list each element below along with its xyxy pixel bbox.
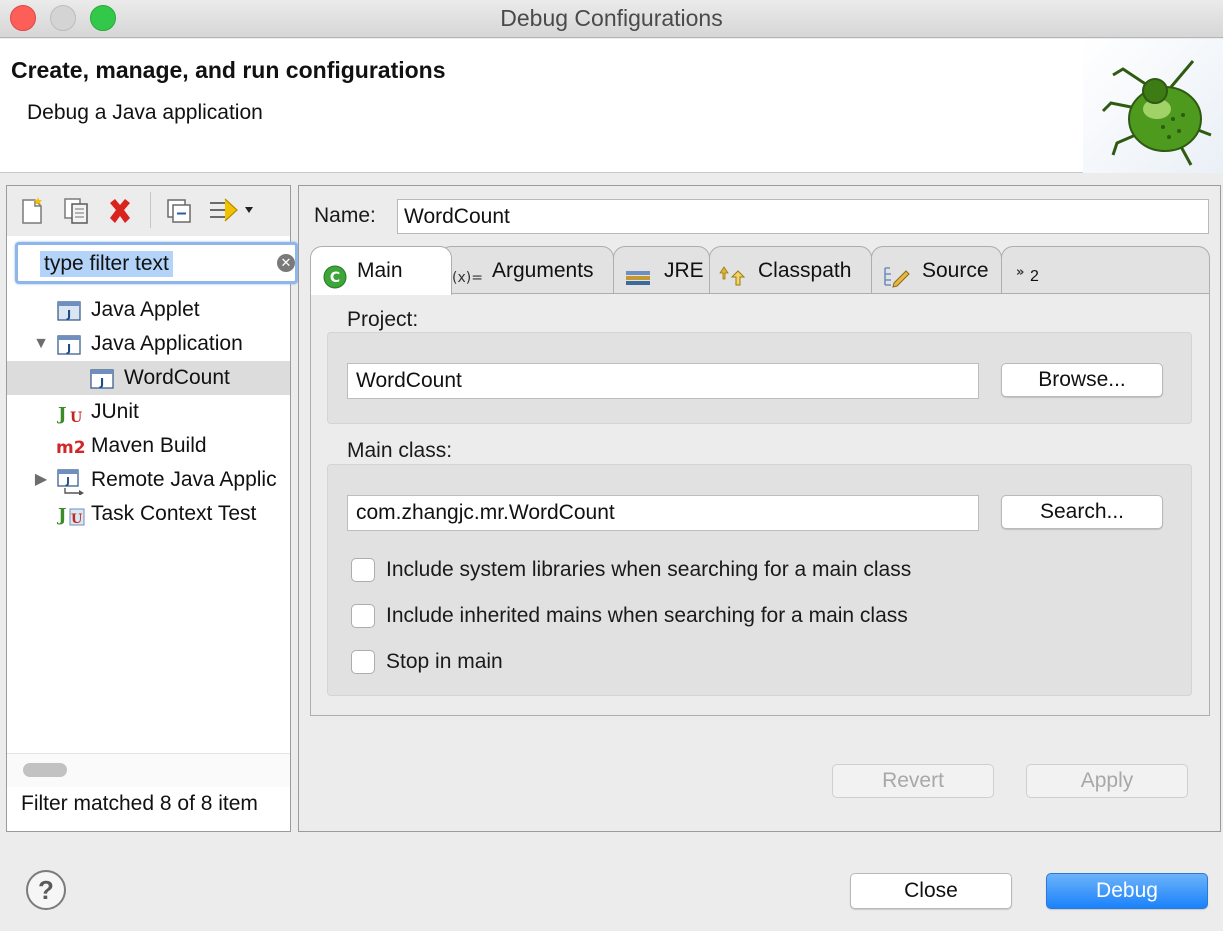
jre-icon [624, 259, 654, 285]
tab-overflow[interactable]: » 2 [1001, 246, 1210, 294]
remote-java-icon: J [57, 469, 87, 496]
checkbox-label: Stop in main [386, 650, 503, 673]
delete-icon[interactable] [105, 196, 135, 226]
tab-main[interactable]: C Main [310, 246, 452, 295]
svg-text:m2: m2 [56, 438, 86, 458]
tree-item-maven-build[interactable]: m2 Maven Build [7, 429, 290, 463]
scrollbar-thumb[interactable] [23, 763, 67, 777]
search-button[interactable]: Search... [1001, 495, 1163, 529]
stop-in-main-checkbox[interactable] [351, 650, 375, 674]
tree-item-task-context-test[interactable]: J U Task Context Test [7, 497, 290, 531]
junit-icon: J U [56, 401, 82, 426]
window-title: Debug Configurations [500, 5, 723, 31]
java-application-icon: J [57, 333, 81, 355]
header-banner: Create, manage, and run configurations D… [0, 39, 1223, 173]
svg-text:J: J [66, 308, 71, 321]
java-application-icon: J [90, 367, 114, 389]
main-tab-content: Project: WordCount Browse... Main class:… [310, 293, 1210, 716]
main-class-label: Main class: [347, 439, 453, 462]
svg-text:J: J [99, 376, 104, 389]
source-icon [882, 259, 912, 288]
svg-text:J: J [66, 342, 71, 355]
debug-bug-icon [1083, 39, 1223, 173]
main-class-field[interactable]: com.zhangjc.mr.WordCount [347, 495, 979, 531]
svg-text:U: U [70, 410, 82, 424]
tab-label: Arguments [492, 259, 594, 282]
tree-item-java-applet[interactable]: J Java Applet [7, 293, 290, 327]
include-inherited-mains-checkbox[interactable] [351, 604, 375, 628]
tree-item-java-application[interactable]: ▼ J Java Application [7, 327, 290, 361]
name-label: Name: [314, 204, 376, 227]
tab-label: Main [357, 259, 403, 282]
banner-description: Debug a Java application [27, 101, 263, 124]
svg-text:(x)=: (x)= [452, 270, 483, 286]
title-bar: Debug Configurations [0, 0, 1223, 38]
apply-button[interactable]: Apply [1026, 764, 1188, 798]
svg-text:J: J [65, 476, 70, 487]
tab-label: Classpath [758, 259, 852, 282]
tree-item-label: Remote Java Applic [91, 468, 277, 491]
tree-item-label: Java Applet [91, 298, 200, 321]
java-applet-icon: J [57, 299, 81, 321]
revert-button[interactable]: Revert [832, 764, 994, 798]
classpath-icon [718, 259, 750, 286]
project-group: WordCount Browse... [327, 332, 1192, 424]
new-configuration-icon[interactable] [17, 196, 47, 226]
horizontal-scrollbar[interactable] [7, 753, 290, 787]
filter-input[interactable]: type filter text ✕ [15, 242, 298, 284]
tree-item-label: Maven Build [91, 434, 207, 457]
tab-jre[interactable]: JRE [613, 246, 710, 294]
duplicate-icon[interactable] [61, 196, 91, 226]
tab-folder: C Main (x)= Arguments JRE Classpath Sour… [310, 246, 1210, 716]
clear-filter-icon[interactable]: ✕ [277, 254, 295, 272]
tab-classpath[interactable]: Classpath [709, 246, 872, 294]
configuration-editor-panel: Name: WordCount C Main (x)= Arguments JR… [298, 185, 1221, 832]
banner-title: Create, manage, and run configurations [11, 57, 446, 83]
svg-text:U: U [71, 512, 83, 527]
tree-item-label: Task Context Test [91, 502, 257, 525]
tree-item-label: WordCount [124, 366, 230, 389]
filter-placeholder-text: type filter text [40, 251, 173, 277]
main-class-group: com.zhangjc.mr.WordCount Search... Inclu… [327, 464, 1192, 696]
tree-item-label: Java Application [91, 332, 243, 355]
name-field[interactable]: WordCount [397, 199, 1209, 234]
collapsed-arrow-icon[interactable]: ▶ [31, 463, 51, 497]
close-button[interactable]: Close [850, 873, 1012, 909]
expanded-arrow-icon[interactable]: ▼ [31, 327, 51, 361]
maven-icon: m2 [56, 435, 90, 458]
debug-button[interactable]: Debug [1046, 873, 1208, 909]
tree-item-wordcount[interactable]: J WordCount [7, 361, 290, 395]
collapse-all-icon[interactable] [165, 196, 195, 226]
task-context-test-icon: J U [56, 503, 87, 527]
tab-label: JRE [664, 259, 704, 282]
help-icon[interactable]: ? [26, 870, 66, 910]
svg-text:C: C [330, 270, 340, 286]
main-tab-icon: C [323, 259, 349, 289]
svg-text:»: » [1016, 265, 1024, 280]
svg-text:J: J [57, 505, 67, 526]
tree-item-junit[interactable]: J U JUnit [7, 395, 290, 429]
tab-label: Source [922, 259, 989, 282]
arguments-icon: (x)= [452, 259, 488, 286]
checkbox-label: Include system libraries when searching … [386, 558, 912, 581]
filter-status-text: Filter matched 8 of 8 item [21, 792, 258, 815]
tree-item-label: JUnit [91, 400, 139, 423]
project-field[interactable]: WordCount [347, 363, 979, 399]
configuration-list-panel: type filter text ✕ J Java Applet ▼ J Jav… [6, 185, 298, 832]
checkbox-label: Include inherited mains when searching f… [386, 604, 908, 627]
svg-text:J: J [57, 404, 67, 424]
tab-source[interactable]: Source [871, 246, 1002, 294]
include-system-libraries-checkbox[interactable] [351, 558, 375, 582]
browse-button[interactable]: Browse... [1001, 363, 1163, 397]
filter-menu-icon[interactable] [207, 196, 257, 226]
tab-arguments[interactable]: (x)= Arguments [439, 246, 614, 294]
configuration-toolbar [7, 186, 290, 236]
tree-item-remote-java-application[interactable]: ▶ J Remote Java Applic [7, 463, 290, 497]
project-label: Project: [347, 308, 419, 331]
